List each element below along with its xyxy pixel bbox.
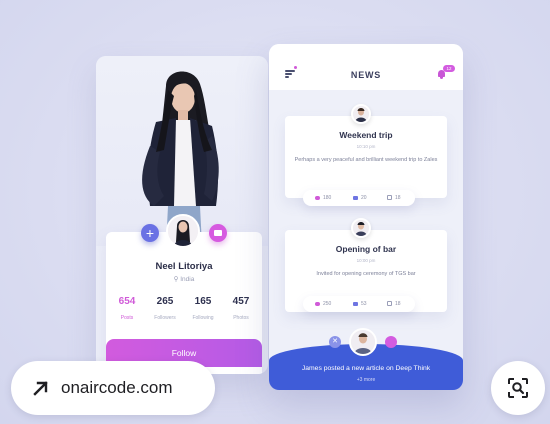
stat-photos[interactable]: 457 Photos bbox=[222, 296, 260, 321]
post-actions: 250 53 18 bbox=[303, 296, 415, 312]
like-button[interactable]: 180 bbox=[315, 190, 331, 206]
post-title: Weekend trip bbox=[339, 130, 393, 140]
page-title: NEWS bbox=[350, 70, 382, 80]
news-post[interactable]: Weekend trip 10:10 pm Perhaps a very pea… bbox=[285, 116, 447, 198]
profile-location-text: India bbox=[180, 276, 195, 283]
share-count: 18 bbox=[395, 195, 401, 201]
notification-badge: 12 bbox=[443, 65, 455, 72]
source-link[interactable]: onaircode.com bbox=[11, 361, 215, 415]
visual-search-icon bbox=[508, 378, 528, 398]
post-actions: 180 20 18 bbox=[303, 190, 415, 206]
share-count: 18 bbox=[395, 301, 401, 307]
arrow-up-right-icon bbox=[33, 381, 48, 396]
stat-posts-label: Posts bbox=[120, 315, 134, 321]
post-time: 10:10 pm bbox=[356, 144, 376, 149]
share-button[interactable]: 18 bbox=[387, 190, 401, 206]
menu-indicator-dot bbox=[294, 66, 297, 69]
profile-avatar[interactable] bbox=[166, 214, 200, 248]
heart-icon bbox=[315, 301, 320, 306]
stat-followers[interactable]: 265 Followers bbox=[146, 296, 184, 321]
like-count: 250 bbox=[323, 301, 332, 307]
post-title: Opening of bar bbox=[335, 244, 397, 254]
comment-icon bbox=[353, 195, 358, 200]
post-text: Invited for opening ceremony of TGS bar bbox=[316, 271, 416, 277]
stat-posts-value: 654 bbox=[118, 296, 136, 307]
stat-following[interactable]: 165 Following bbox=[184, 296, 222, 321]
comment-button[interactable]: 53 bbox=[353, 296, 367, 312]
post-text: Perhaps a very peaceful and brilliant we… bbox=[294, 157, 438, 163]
stat-followers-value: 265 bbox=[156, 296, 174, 307]
post-time: 10:00 pm bbox=[356, 258, 376, 263]
visual-search-button[interactable] bbox=[491, 361, 545, 415]
share-button[interactable]: 18 bbox=[387, 296, 401, 312]
add-friend-button[interactable]: + bbox=[141, 224, 159, 242]
post-author-avatar[interactable] bbox=[351, 104, 371, 124]
comment-count: 53 bbox=[361, 301, 367, 307]
banner-more-link[interactable]: +3 more bbox=[269, 377, 463, 383]
message-button[interactable] bbox=[209, 224, 227, 242]
banner-avatar[interactable] bbox=[349, 328, 377, 356]
like-count: 180 bbox=[323, 195, 332, 201]
comment-button[interactable]: 20 bbox=[353, 190, 367, 206]
stat-photos-label: Photos bbox=[233, 315, 249, 321]
news-header bbox=[269, 44, 463, 90]
comment-icon bbox=[353, 301, 358, 306]
profile-name: Neel Litoriya bbox=[155, 261, 213, 272]
location-pin-icon: ⚲ bbox=[173, 276, 179, 283]
stat-followers-label: Followers bbox=[154, 315, 176, 321]
stat-photos-value: 457 bbox=[232, 296, 250, 307]
stat-following-label: Following bbox=[192, 315, 214, 321]
source-text: onaircode.com bbox=[61, 378, 173, 397]
message-icon bbox=[214, 230, 222, 236]
stat-following-value: 165 bbox=[194, 296, 212, 307]
stat-posts[interactable]: 654 Posts bbox=[108, 296, 146, 321]
comment-count: 20 bbox=[361, 195, 367, 201]
profile-card: + Neel Litoriya ⚲ India 654 Posts 265 Fo… bbox=[96, 56, 268, 374]
heart-icon[interactable] bbox=[385, 336, 397, 348]
post-author-avatar[interactable] bbox=[351, 218, 371, 238]
share-icon bbox=[387, 300, 392, 306]
share-icon bbox=[387, 194, 392, 200]
close-icon[interactable]: ✕ bbox=[329, 336, 341, 348]
like-button[interactable]: 250 bbox=[315, 296, 331, 312]
news-card: NEWS 12 Weekend trip 10:10 pm Perhaps a … bbox=[269, 44, 463, 390]
profile-location: ⚲ India bbox=[106, 275, 262, 283]
heart-icon bbox=[315, 195, 320, 200]
profile-stats: 654 Posts 265 Followers 165 Following 45… bbox=[108, 296, 260, 326]
banner-text: James posted a new article on Deep Think bbox=[301, 365, 431, 372]
